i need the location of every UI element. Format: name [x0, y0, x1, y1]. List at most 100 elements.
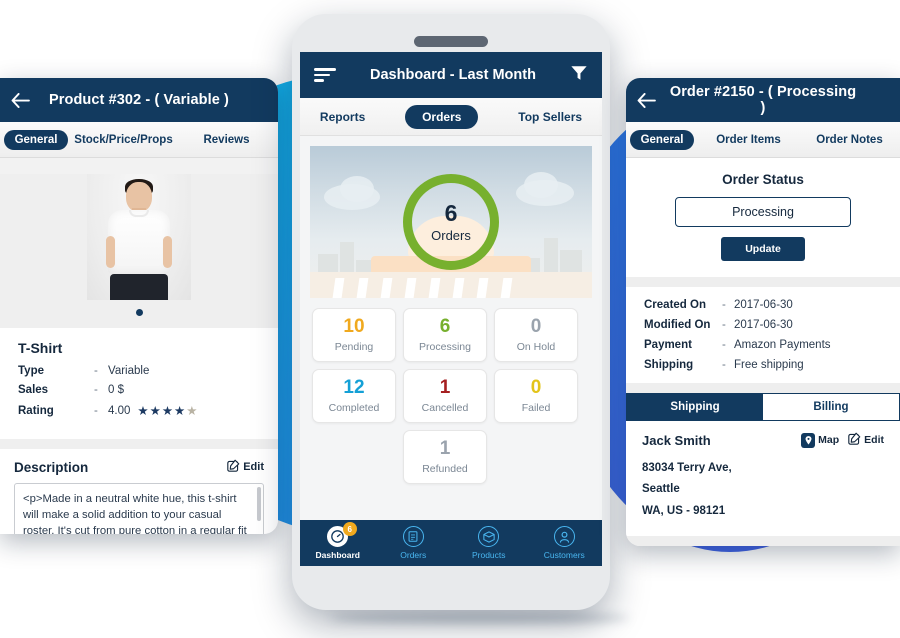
tab-shipping-address[interactable]: Shipping: [627, 394, 763, 420]
stat-label: Pending: [334, 341, 374, 353]
orders-hero-chart: 6 Orders: [310, 146, 592, 298]
stat-card-cancelled[interactable]: 1 Cancelled: [403, 369, 487, 423]
meta-dash: -: [722, 359, 726, 371]
order-status-title: Order Status: [722, 172, 804, 187]
map-button[interactable]: Map: [801, 432, 839, 448]
hamburger-menu-icon[interactable]: [314, 68, 336, 82]
stat-value: 0: [530, 316, 542, 337]
product-info-card: T-Shirt Type - Variable Sales - 0 $ Rati…: [0, 328, 278, 439]
meta-label: Modified On: [644, 319, 711, 331]
stat-card-completed[interactable]: 12 Completed: [312, 369, 396, 423]
customers-person-icon: [553, 526, 575, 547]
tab-orders[interactable]: Orders: [405, 104, 479, 129]
star-filled-icon: ★: [149, 404, 162, 418]
meta-dash: -: [722, 319, 726, 331]
order-meta-card: Created On - 2017-06-30 Modified On - 20…: [626, 287, 900, 383]
field-value: 0 $: [108, 384, 124, 396]
order-tab-bar: General Order Items Order Notes: [626, 122, 900, 158]
field-label: Rating: [18, 404, 54, 417]
nav-label: Orders: [400, 550, 427, 560]
address-line-2: Seattle: [642, 483, 680, 496]
product-field-type: Type - Variable: [18, 365, 260, 377]
stat-label: Completed: [328, 402, 380, 414]
stat-label: Processing: [419, 341, 471, 353]
stat-card-on-hold[interactable]: 0 On Hold: [494, 308, 578, 362]
product-tab-bar: General Stock/Price/Props Reviews: [0, 122, 278, 158]
rating-stars: ★★★★★: [137, 403, 198, 418]
order-status-select[interactable]: Processing: [675, 197, 851, 227]
description-scrollbar[interactable]: [257, 487, 261, 521]
nav-label: Dashboard: [315, 550, 360, 560]
meta-value: Free shipping: [734, 359, 804, 371]
phone-speaker: [414, 36, 488, 47]
meta-dash: -: [722, 339, 726, 351]
field-dash: -: [94, 365, 98, 377]
dashboard-header-bar: Dashboard - Last Month: [300, 52, 602, 98]
funnel-filter-icon[interactable]: [570, 64, 588, 87]
model-arm-right: [163, 236, 172, 268]
tab-reviews[interactable]: Reviews: [175, 134, 278, 146]
dashboard-screen: Dashboard - Last Month Reports Orders To…: [300, 52, 602, 566]
stat-card-pending[interactable]: 10 Pending: [312, 308, 396, 362]
orders-count: 6: [444, 199, 458, 226]
tab-order-items[interactable]: Order Items: [698, 134, 799, 146]
nav-item-products[interactable]: Products: [451, 526, 527, 560]
meta-dash: -: [722, 299, 726, 311]
stat-value: 0: [530, 377, 542, 398]
tab-top-sellers[interactable]: Top Sellers: [518, 110, 582, 124]
orders-document-icon: [402, 526, 424, 547]
stat-value: 10: [343, 316, 365, 337]
stat-card-failed[interactable]: 0 Failed: [494, 369, 578, 423]
update-button[interactable]: Update: [721, 237, 805, 261]
bottom-navigation-bar: 6 Dashboard Orders Products Customers: [300, 520, 602, 566]
tab-general[interactable]: General: [630, 129, 694, 150]
address-line-1: 83034 Terry Ave,: [642, 462, 732, 474]
edit-address-button[interactable]: Edit: [848, 432, 884, 448]
cloud-shape: [524, 172, 558, 198]
nav-item-orders[interactable]: Orders: [376, 526, 452, 560]
product-name: T-Shirt: [18, 340, 63, 356]
meta-value: 2017-06-30: [734, 319, 793, 331]
address-header: Jack Smith Map Edit: [642, 432, 884, 448]
stat-card-refunded[interactable]: 1 Refunded: [403, 430, 487, 484]
edit-label: Edit: [864, 434, 884, 446]
field-dash: -: [94, 384, 98, 396]
field-value: Variable: [108, 365, 150, 377]
description-textarea[interactable]: <p>Made in a neutral white hue, this t-s…: [14, 483, 264, 534]
products-box-icon: [478, 526, 500, 547]
dashboard-badge: 6: [342, 522, 357, 536]
description-edit-button[interactable]: Edit: [227, 459, 264, 475]
nav-item-customers[interactable]: Customers: [527, 526, 603, 560]
order-status-card: Order Status Processing Update: [626, 158, 900, 277]
map-label: Map: [818, 434, 840, 446]
stat-value: 12: [343, 377, 365, 398]
road-shape: [310, 272, 592, 298]
stat-value: 1: [439, 438, 451, 459]
stat-card-processing[interactable]: 6 Processing: [403, 308, 487, 362]
back-arrow-icon[interactable]: [626, 92, 666, 108]
product-detail-panel: Product #302 - ( Variable ) General Stoc…: [0, 78, 278, 534]
order-status-grid: 10 Pending 6 Processing 0 On Hold 12 Com…: [300, 298, 602, 484]
star-empty-icon: ★: [186, 404, 199, 418]
page-title: Order #2150 - ( Processing ): [669, 84, 857, 116]
nav-item-dashboard[interactable]: 6 Dashboard: [300, 522, 376, 560]
product-header-bar: Product #302 - ( Variable ): [0, 78, 278, 122]
drop-shadow-strip: [330, 612, 630, 624]
pencil-edit-icon: [848, 432, 861, 448]
image-carousel-dot[interactable]: [135, 309, 143, 316]
nav-label: Customers: [543, 550, 585, 560]
tab-reports[interactable]: Reports: [320, 110, 365, 124]
back-arrow-icon[interactable]: [0, 92, 40, 108]
tab-order-notes[interactable]: Order Notes: [799, 134, 900, 146]
crosswalk-stripe: [500, 278, 513, 298]
meta-row-shipping: Shipping - Free shipping: [644, 359, 882, 371]
stat-label: On Hold: [516, 341, 556, 353]
meta-row-payment: Payment - Amazon Payments: [644, 339, 882, 351]
tab-stock-price-props[interactable]: Stock/Price/Props: [72, 134, 175, 146]
orders-donut-ring: 6 Orders: [403, 174, 499, 270]
stat-label: Failed: [521, 402, 551, 414]
product-image[interactable]: [87, 174, 191, 300]
meta-value: Amazon Payments: [734, 339, 831, 351]
tab-billing-address[interactable]: Billing: [763, 394, 899, 420]
tab-general[interactable]: General: [4, 129, 68, 150]
